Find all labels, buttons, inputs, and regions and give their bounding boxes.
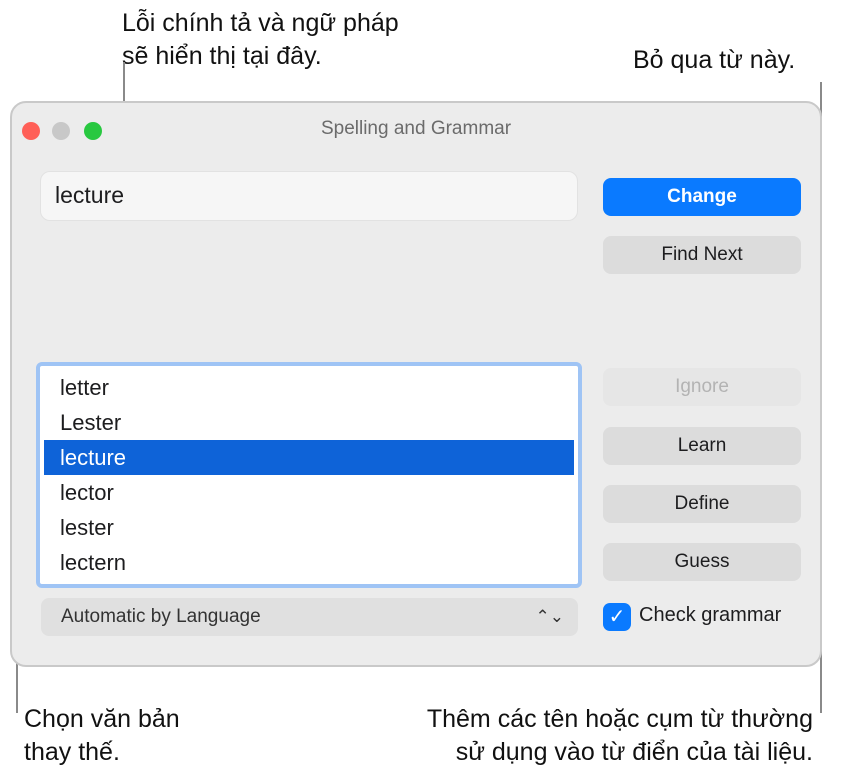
- callout-learn: Thêm các tên hoặc cụm từ thường sử dụng …: [427, 703, 813, 769]
- callout-ignore: Bỏ qua từ này.: [633, 46, 796, 74]
- suggestion-item-selected[interactable]: lecture: [44, 440, 574, 475]
- learn-button[interactable]: Learn: [603, 427, 801, 465]
- chevron-updown-icon: ⌃⌄: [535, 607, 565, 626]
- find-next-button[interactable]: Find Next: [603, 236, 801, 274]
- suggestion-item[interactable]: letter: [44, 370, 574, 405]
- titlebar: Spelling and Grammar: [12, 103, 820, 153]
- spelling-grammar-window: Spelling and Grammar lecture letter Lest…: [10, 101, 822, 667]
- suggestion-item[interactable]: Lester: [44, 405, 574, 440]
- language-select-value: Automatic by Language: [61, 606, 261, 627]
- callout-errors-line2: sẽ hiển thị tại đây.: [122, 42, 322, 70]
- guess-button[interactable]: Guess: [603, 543, 801, 581]
- define-button[interactable]: Define: [603, 485, 801, 523]
- suggestion-item[interactable]: lector: [44, 475, 574, 510]
- suggestion-item[interactable]: lester: [44, 510, 574, 545]
- checkmark-icon: ✓: [608, 606, 626, 628]
- callout-learn-line2: sử dụng vào từ điển của tài liệu.: [455, 738, 813, 766]
- ignore-button[interactable]: Ignore: [603, 368, 801, 406]
- callout-replacement-line2: thay thế.: [24, 738, 120, 766]
- change-button[interactable]: Change: [603, 178, 801, 216]
- suggestion-item[interactable]: lectern: [44, 545, 574, 580]
- callout-errors-line1: Lỗi chính tả và ngữ pháp: [122, 9, 399, 37]
- callout-replacement: Chọn văn bản thay thế.: [24, 703, 180, 769]
- callout-learn-line1: Thêm các tên hoặc cụm từ thường: [426, 705, 813, 733]
- callout-replacement-line1: Chọn văn bản: [24, 705, 180, 733]
- check-grammar-label[interactable]: Check grammar: [639, 604, 781, 627]
- callout-errors: Lỗi chính tả và ngữ pháp sẽ hiển thị tại…: [122, 7, 399, 73]
- language-select[interactable]: Automatic by Language ⌃⌄: [41, 598, 578, 636]
- check-grammar-checkbox[interactable]: ✓: [603, 603, 631, 631]
- misspelled-word-field[interactable]: lecture: [40, 171, 578, 221]
- window-title: Spelling and Grammar: [320, 118, 512, 139]
- suggestions-list[interactable]: letter Lester lecture lector lester lect…: [36, 362, 582, 588]
